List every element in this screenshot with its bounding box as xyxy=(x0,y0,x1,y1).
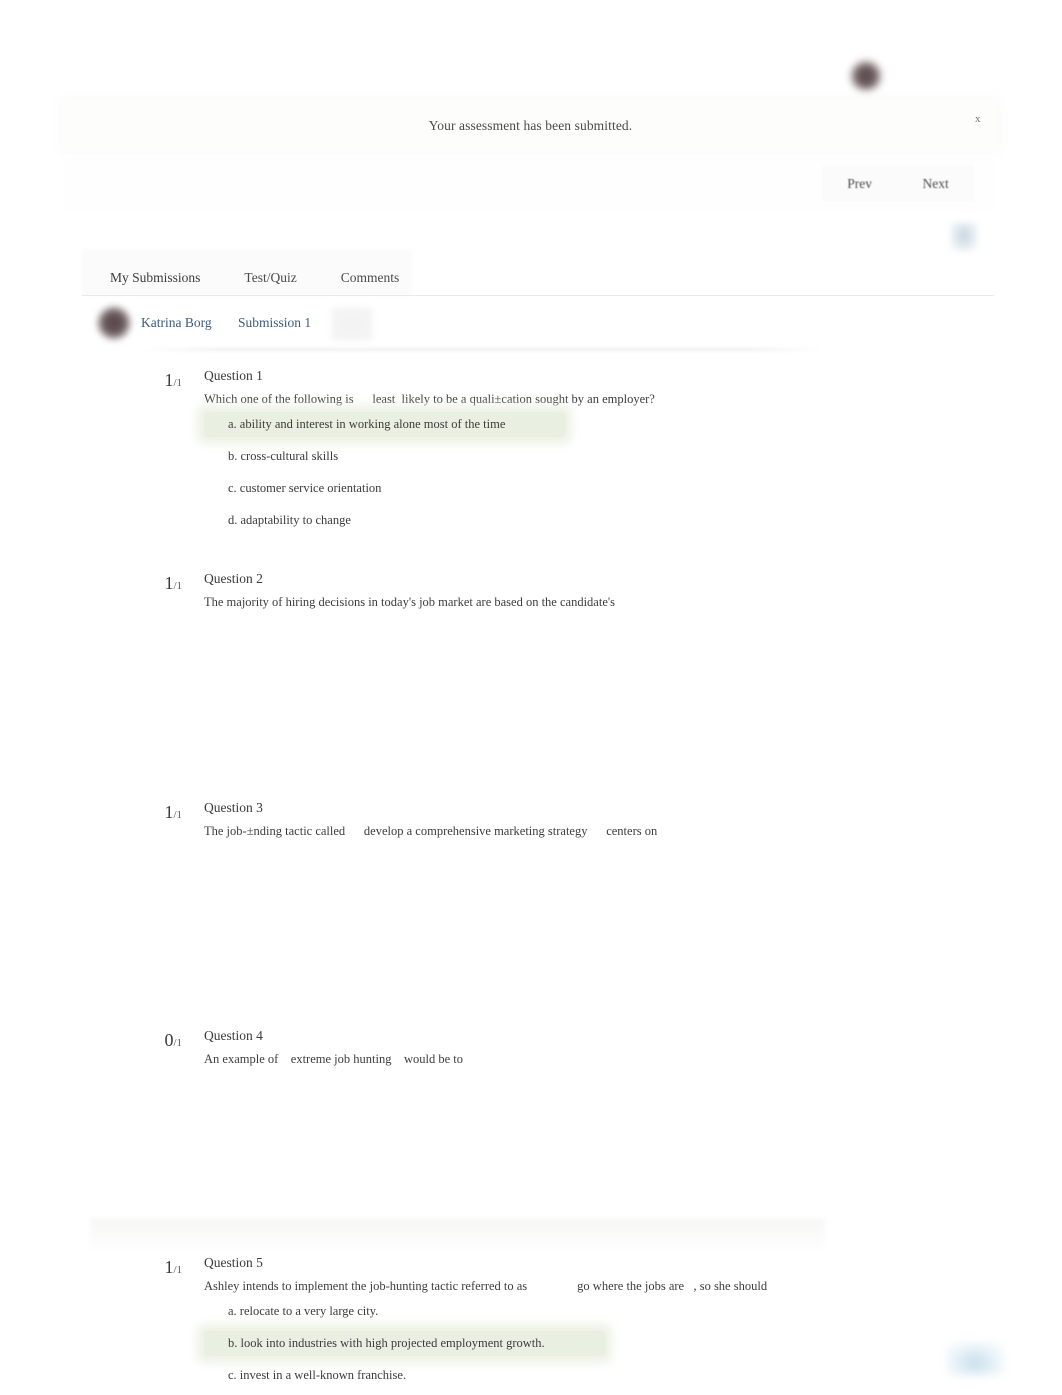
answer-option[interactable]: b. cross-cultural skills xyxy=(204,444,344,469)
question-score-total: /1 xyxy=(173,809,182,821)
answer-option[interactable]: a. relocate to a very large city. xyxy=(204,1299,384,1324)
answer-options: a. ability and interest in working alone… xyxy=(204,412,566,540)
question-title: Question 4 xyxy=(204,1028,263,1043)
question-score: 1/1 xyxy=(112,802,182,823)
question-score: 0/1 xyxy=(112,1030,182,1051)
tab-my-submissions[interactable]: My Submissions xyxy=(88,264,222,292)
submission-divider xyxy=(140,348,825,351)
prev-button[interactable]: Prev xyxy=(837,172,882,196)
question-title: Question 3 xyxy=(204,800,263,815)
question-score: 1/1 xyxy=(112,573,182,594)
question-text: Ashley intends to implement the job-hunt… xyxy=(204,1279,768,1293)
chat-widget-icon[interactable] xyxy=(946,1342,1004,1376)
tab-test-quiz[interactable]: Test/Quiz xyxy=(222,264,318,292)
next-button[interactable]: Next xyxy=(913,172,959,196)
question-score-total: /1 xyxy=(173,377,182,389)
answer-option[interactable]: d. adaptability to change xyxy=(204,508,357,533)
help-icon[interactable] xyxy=(950,222,978,252)
question-score: 1/1 xyxy=(112,370,182,391)
answer-option[interactable]: c. invest in a well-known franchise. xyxy=(204,1363,412,1388)
question-score-total: /1 xyxy=(173,1264,182,1276)
tab-bar: My Submissions Test/Quiz Comments xyxy=(88,264,421,292)
avatar xyxy=(96,305,132,341)
answer-option-selected[interactable]: b. look into industries with high projec… xyxy=(204,1331,605,1356)
question-text: An example of extreme job hunting would … xyxy=(204,1052,463,1066)
answer-option-selected[interactable]: a. ability and interest in working alone… xyxy=(204,412,566,437)
question-text: The majority of hiring decisions in toda… xyxy=(204,595,615,609)
user-avatar-top[interactable] xyxy=(849,59,883,93)
answer-options: a. relocate to a very large city. b. look… xyxy=(204,1299,605,1395)
assessment-submitted-message: Your assessment has been submitted. xyxy=(428,118,633,133)
section-band xyxy=(90,1218,825,1250)
question-title: Question 2 xyxy=(204,571,263,586)
tab-comments[interactable]: Comments xyxy=(319,264,422,292)
question-text: The job-±nding tactic called develop a c… xyxy=(204,824,658,838)
answer-option[interactable]: c. customer service orientation xyxy=(204,476,387,501)
question-score-total: /1 xyxy=(173,1037,182,1049)
close-icon[interactable]: x xyxy=(975,113,981,125)
question-title: Question 5 xyxy=(204,1255,263,1270)
question-text: Which one of the following is least like… xyxy=(204,392,655,406)
submission-attempt-link[interactable]: Submission 1 xyxy=(238,315,311,331)
submission-user-link[interactable]: Katrina Borg xyxy=(141,315,212,331)
pagination-controls: Prev Next xyxy=(822,165,974,202)
question-score-total: /1 xyxy=(173,580,182,592)
question-score: 1/1 xyxy=(112,1257,182,1278)
question-title: Question 1 xyxy=(204,368,263,383)
tab-divider xyxy=(82,295,994,296)
status-badge xyxy=(332,308,372,340)
